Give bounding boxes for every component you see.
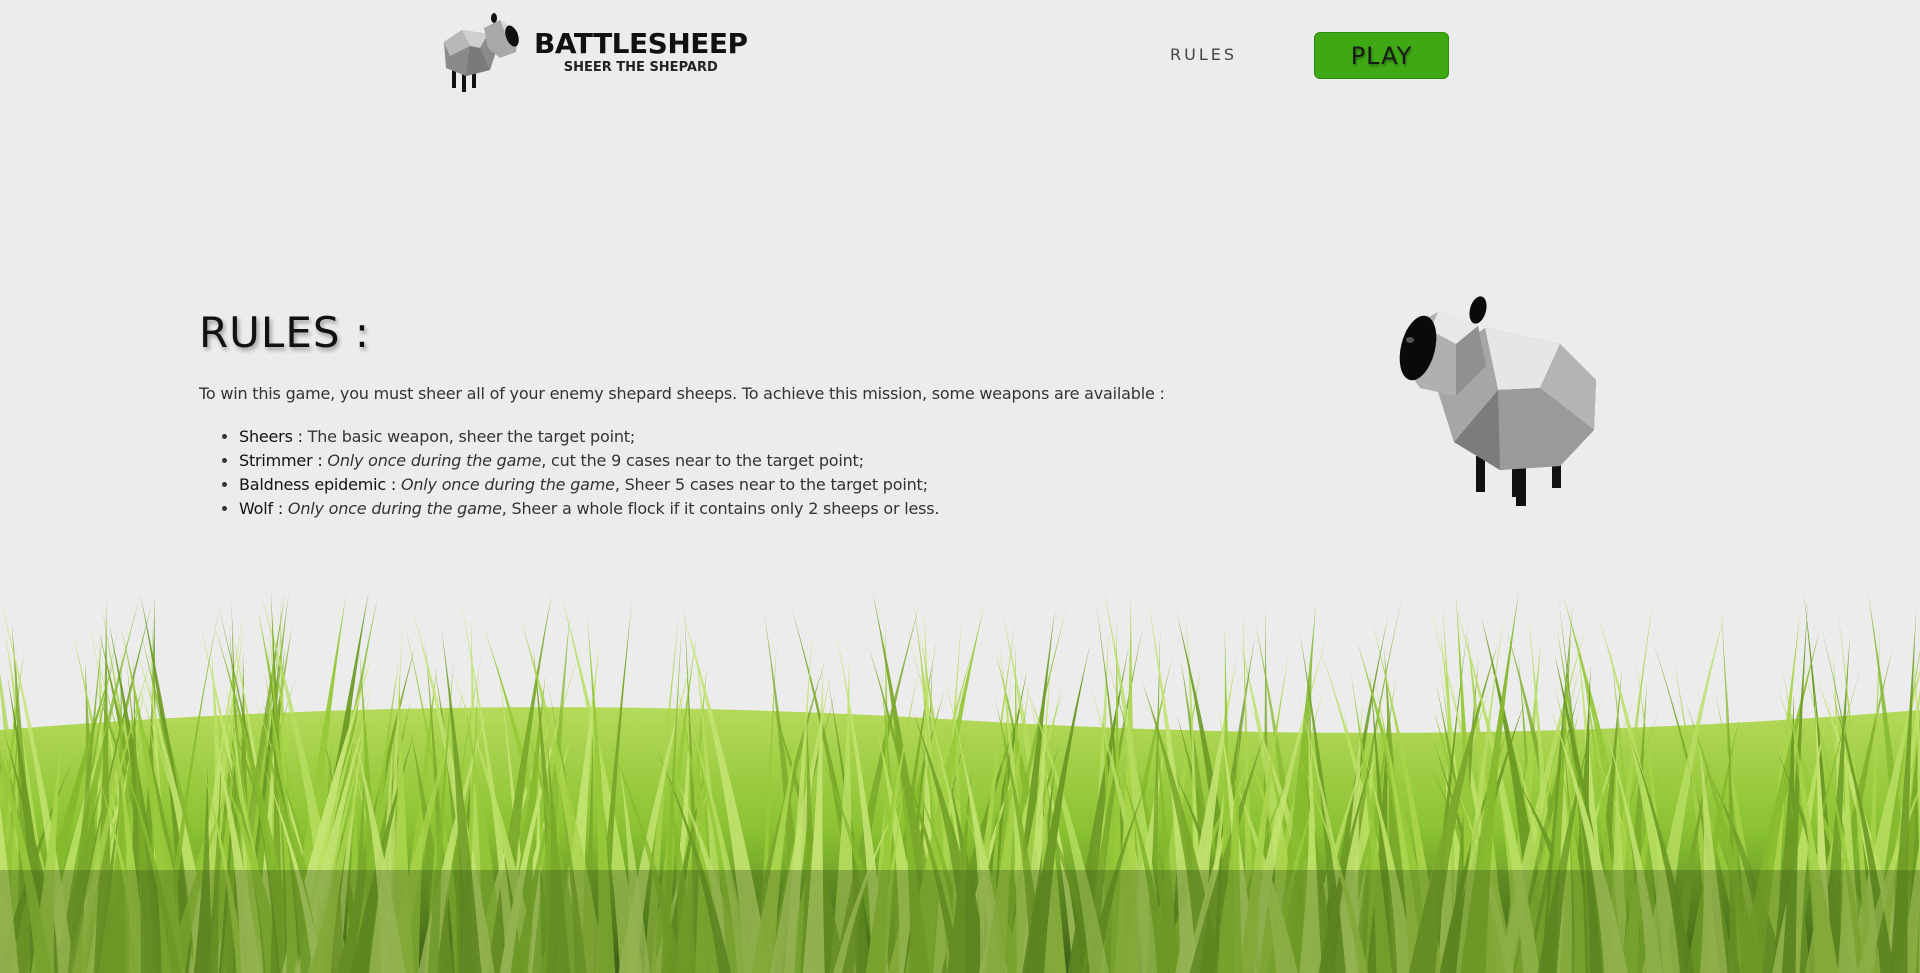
play-button[interactable]: PLAY bbox=[1314, 32, 1449, 79]
list-item: Sheers : The basic weapon, sheer the tar… bbox=[239, 425, 939, 449]
logo[interactable]: BATTLESHEEP SHEER THE SHEPARD bbox=[440, 12, 748, 96]
sheep-logo-icon bbox=[444, 13, 519, 92]
weapon-description: , Sheer a whole flock if it contains onl… bbox=[501, 499, 940, 518]
weapon-name: Baldness epidemic : bbox=[239, 475, 397, 494]
weapon-name: Strimmer : bbox=[239, 451, 323, 470]
weapon-restriction: Only once during the game bbox=[327, 451, 542, 470]
weapons-list: Sheers : The basic weapon, sheer the tar… bbox=[199, 425, 940, 521]
header: BATTLESHEEP SHEER THE SHEPARD RULES PLAY bbox=[0, 0, 1920, 110]
page-title: RULES : bbox=[199, 308, 371, 357]
logo-subtitle: SHEER THE SHEPARD bbox=[563, 59, 718, 75]
list-item: Baldness epidemic : Only once during the… bbox=[239, 473, 939, 497]
weapon-name: Wolf : bbox=[239, 499, 284, 518]
logo-title: BATTLESHEEP bbox=[534, 26, 748, 60]
weapon-name: Sheers : bbox=[239, 427, 303, 446]
weapon-description: , Sheer 5 cases near to the target point… bbox=[614, 475, 928, 494]
weapon-description: , cut the 9 cases near to the target poi… bbox=[541, 451, 864, 470]
list-item: Wolf : Only once during the game, Sheer … bbox=[239, 497, 940, 521]
rules-intro: To win this game, you must sheer all of … bbox=[199, 384, 1165, 403]
weapon-description: The basic weapon, sheer the target point… bbox=[302, 427, 636, 446]
nav-rules-link[interactable]: RULES bbox=[1170, 45, 1237, 64]
logo-text: BATTLESHEEP SHEER THE SHEPARD bbox=[534, 26, 748, 75]
list-item: Strimmer : Only once during the game, cu… bbox=[239, 449, 939, 473]
weapon-restriction: Only once during the game bbox=[400, 475, 615, 494]
sheep-illustration bbox=[1399, 296, 1596, 506]
weapon-restriction: Only once during the game bbox=[287, 499, 502, 518]
grass-illustration bbox=[0, 590, 1920, 973]
